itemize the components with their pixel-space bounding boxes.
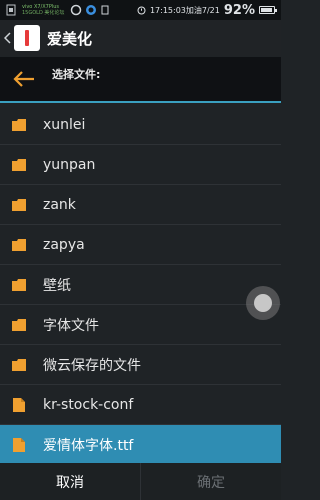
list-item[interactable]: yunpan xyxy=(0,145,281,185)
file-name: 爱情体字体.ttf xyxy=(43,438,134,454)
folder-icon xyxy=(12,198,26,212)
app-bar: 爱美化 xyxy=(0,20,281,56)
assistive-touch-button[interactable] xyxy=(246,286,280,320)
battery-percent: 92% xyxy=(223,2,255,18)
folder-icon xyxy=(12,358,26,372)
battery-icon xyxy=(259,6,277,14)
folder-icon xyxy=(12,278,26,292)
list-item[interactable]: 壁纸 xyxy=(0,265,281,305)
status-time: 17:15:03加油7/21 xyxy=(149,5,220,15)
cancel-button[interactable]: 取消 xyxy=(0,463,141,500)
file-name: yunpan xyxy=(43,156,96,173)
file-name: zank xyxy=(43,196,76,213)
dialog-title: 选择文件: xyxy=(52,68,101,81)
list-item[interactable]: zapya xyxy=(0,225,281,265)
list-item-selected[interactable]: 爱情体字体.ttf xyxy=(0,425,281,465)
file-name: zapya xyxy=(43,236,85,253)
status-left-icons xyxy=(6,4,16,16)
file-name: 字体文件 xyxy=(43,317,99,334)
file-list: xunlei yunpan zank zapya 壁纸 字体文件 微云保存的文件… xyxy=(0,105,281,465)
folder-icon xyxy=(12,318,26,332)
file-name: 微云保存的文件 xyxy=(43,357,141,374)
list-item[interactable]: kr-stock-conf xyxy=(0,385,281,425)
dialog-buttons: 取消 确定 xyxy=(0,463,281,500)
list-item[interactable]: zank xyxy=(0,185,281,225)
cloud-icon xyxy=(86,5,97,15)
status-right: 17:15:03加油7/21 92% xyxy=(137,2,277,18)
list-item[interactable]: xunlei xyxy=(0,105,281,145)
carrier-info: vivo X7/X7Plus 15GOLD 美化论坛 xyxy=(22,4,64,16)
app-icon xyxy=(14,25,40,51)
file-name: 壁纸 xyxy=(43,277,71,294)
folder-icon xyxy=(12,238,26,252)
confirm-button[interactable]: 确定 xyxy=(141,463,281,500)
dialog-header: 选择文件: xyxy=(0,57,281,103)
list-item[interactable]: 字体文件 xyxy=(0,305,281,345)
file-name: xunlei xyxy=(43,116,86,133)
chevron-left-icon[interactable] xyxy=(2,28,12,48)
file-icon xyxy=(12,397,26,412)
sync-icon xyxy=(71,4,82,16)
arrow-left-icon[interactable] xyxy=(12,69,36,89)
status-bar: vivo X7/X7Plus 15GOLD 美化论坛 17:15:03加油7/2… xyxy=(0,0,281,20)
app-title: 爱美化 xyxy=(47,29,93,48)
folder-icon xyxy=(12,158,26,172)
folder-icon xyxy=(12,118,26,132)
alarm-icon xyxy=(137,6,146,14)
carrier-line2: 15GOLD 美化论坛 xyxy=(22,10,65,16)
file-name: kr-stock-conf xyxy=(43,396,134,413)
file-icon xyxy=(12,438,26,452)
notification-icon xyxy=(101,5,109,15)
sim-icon xyxy=(6,4,16,16)
list-item[interactable]: 微云保存的文件 xyxy=(0,345,281,385)
